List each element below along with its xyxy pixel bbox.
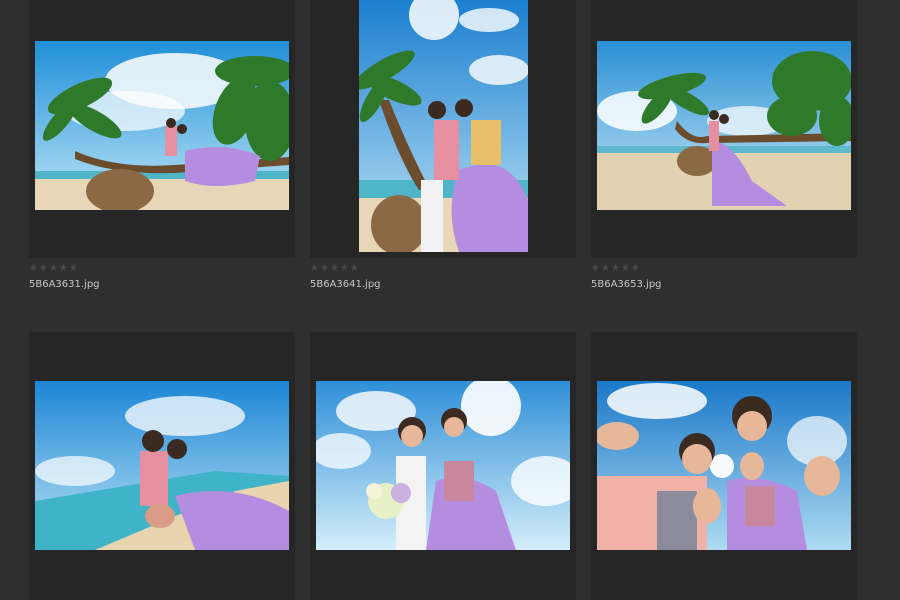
star-icon[interactable]: ★ — [69, 264, 78, 274]
star-icon[interactable]: ★ — [310, 264, 319, 274]
photo-thumbnail[interactable] — [316, 381, 570, 550]
star-icon[interactable]: ★ — [631, 264, 640, 274]
thumbnail-frame[interactable] — [29, 0, 295, 258]
star-rating[interactable]: ★ ★ ★ ★ ★ — [29, 264, 78, 274]
star-icon[interactable]: ★ — [601, 264, 610, 274]
photo-thumbnail[interactable] — [35, 41, 289, 210]
thumbnail-cell[interactable]: ★ ★ ★ ★ ★ 5B6A3653.jpg — [591, 0, 857, 300]
photo-thumbnail[interactable] — [35, 381, 289, 550]
photo-thumbnail[interactable] — [359, 0, 528, 252]
filename-label: 5B6A3631.jpg — [29, 279, 100, 290]
thumbnail-frame[interactable] — [310, 332, 576, 600]
thumbnail-frame[interactable] — [29, 332, 295, 600]
star-icon[interactable]: ★ — [611, 264, 620, 274]
filename-label: 5B6A3653.jpg — [591, 279, 662, 290]
thumbnail-cell[interactable]: ★ ★ ★ ★ ★ 5B6A3631.jpg — [29, 0, 295, 300]
thumbnail-frame[interactable] — [591, 332, 857, 600]
star-icon[interactable]: ★ — [59, 264, 68, 274]
star-icon[interactable]: ★ — [350, 264, 359, 274]
photo-thumbnail[interactable] — [597, 41, 851, 210]
star-rating[interactable]: ★ ★ ★ ★ ★ — [310, 264, 359, 274]
thumbnail-cell[interactable] — [310, 332, 576, 600]
thumbnail-cell[interactable] — [29, 332, 295, 600]
star-icon[interactable]: ★ — [29, 264, 38, 274]
filename-label: 5B6A3641.jpg — [310, 279, 381, 290]
thumbnail-cell[interactable] — [591, 332, 857, 600]
star-icon[interactable]: ★ — [39, 264, 48, 274]
photo-thumbnail[interactable] — [597, 381, 851, 550]
thumbnail-frame[interactable] — [310, 0, 576, 258]
star-icon[interactable]: ★ — [49, 264, 58, 274]
star-icon[interactable]: ★ — [330, 264, 339, 274]
star-icon[interactable]: ★ — [591, 264, 600, 274]
star-icon[interactable]: ★ — [340, 264, 349, 274]
thumbnail-cell[interactable]: ★ ★ ★ ★ ★ 5B6A3641.jpg — [310, 0, 576, 300]
star-rating[interactable]: ★ ★ ★ ★ ★ — [591, 264, 640, 274]
star-icon[interactable]: ★ — [621, 264, 630, 274]
star-icon[interactable]: ★ — [320, 264, 329, 274]
thumbnail-frame[interactable] — [591, 0, 857, 258]
